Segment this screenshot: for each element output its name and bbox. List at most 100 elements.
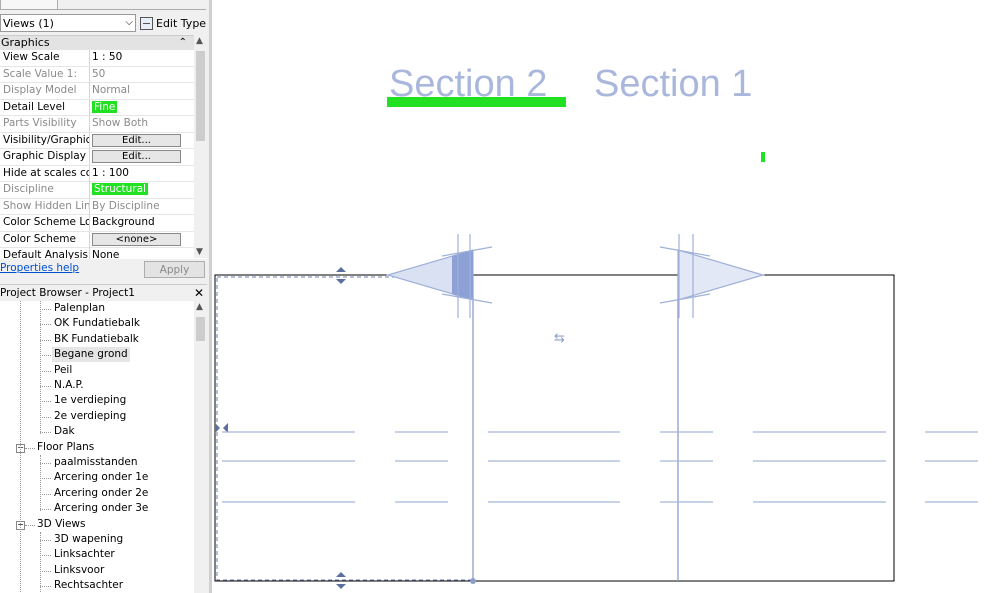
- property-row[interactable]: View Scale 1 : 50: [0, 50, 207, 67]
- tree-item[interactable]: Dak: [54, 424, 75, 439]
- property-name: Visibility/Graphic...: [3, 133, 89, 146]
- tree-connector: [40, 532, 41, 593]
- tree-item[interactable]: Arcering onder 3e: [54, 501, 148, 516]
- tree-item[interactable]: Peil: [54, 363, 72, 378]
- properties-help-link[interactable]: Properties help: [0, 262, 79, 274]
- property-row[interactable]: Hide at scales co...1 : 100: [0, 165, 207, 182]
- property-value[interactable]: Normal: [92, 83, 188, 98]
- property-row[interactable]: Parts Visibility Show Both: [0, 116, 207, 133]
- property-value[interactable]: 50: [92, 67, 188, 82]
- property-value-highlight: Fine: [92, 100, 118, 113]
- property-row[interactable]: Graphic Display ...Edit...: [0, 149, 207, 166]
- property-row[interactable]: Detail Level Fine: [0, 99, 207, 116]
- tree-connector: [40, 339, 51, 341]
- scroll-up-icon[interactable]: ▲: [196, 36, 203, 46]
- tree-item[interactable]: OK Fundatiebalk: [54, 316, 140, 331]
- tree-connector: [25, 447, 35, 449]
- edit-type-icon: [140, 16, 153, 30]
- edit-type-button[interactable]: Edit Type: [140, 14, 206, 32]
- apply-button[interactable]: Apply: [144, 261, 205, 278]
- project-browser-scrollbar[interactable]: ▲: [194, 301, 207, 593]
- flip-arrows-icon[interactable]: ⇆: [554, 331, 565, 346]
- property-row[interactable]: Show Hidden Lin...By Discipline: [0, 198, 207, 215]
- property-value[interactable]: None: [92, 248, 188, 259]
- tree-item[interactable]: Arcering onder 2e: [54, 486, 148, 501]
- property-edit-button[interactable]: Edit...: [92, 133, 181, 147]
- property-value[interactable]: Fine: [92, 100, 188, 115]
- building-outline[interactable]: [214, 274, 895, 582]
- tree-connector: [40, 478, 51, 480]
- panel-tab-strip: [56, 0, 206, 10]
- scrollbar-thumb[interactable]: [196, 51, 205, 141]
- tree-item[interactable]: Palenplan: [54, 301, 105, 316]
- property-edit-button[interactable]: <none>: [92, 232, 181, 246]
- group-header-label: Graphics: [1, 36, 50, 49]
- property-edit-button[interactable]: Edit...: [92, 150, 181, 163]
- tree-item[interactable]: BK Fundatiebalk: [54, 332, 139, 347]
- properties-panel: Views (1) ⌵ Edit Type Graphics ⌃ View Sc…: [0, 0, 211, 593]
- scroll-up-icon[interactable]: ▲: [196, 302, 203, 312]
- drawing-canvas[interactable]: Section 2 Section 1 ⇆: [212, 0, 999, 593]
- tree-item[interactable]: N.A.P.: [54, 378, 84, 393]
- property-row[interactable]: Color Scheme Lo...Background: [0, 215, 207, 232]
- property-name: Scale Value 1:: [3, 67, 77, 80]
- tree-connector: [40, 463, 51, 464]
- tree-group[interactable]: Floor Plans: [37, 440, 94, 455]
- property-row[interactable]: Scale Value 1: 50: [0, 66, 207, 83]
- type-selector-dropdown[interactable]: Views (1) ⌵: [0, 14, 136, 32]
- property-name: Show Hidden Lin...: [3, 199, 89, 212]
- scrollbar-thumb[interactable]: [196, 317, 205, 341]
- tree-connector: [40, 370, 51, 372]
- panel-tab[interactable]: [0, 0, 58, 10]
- project-browser-header: Project Browser - Project1 ✕: [0, 284, 207, 301]
- section-end-grip[interactable]: [470, 578, 476, 584]
- tree-item[interactable]: 3D wapening: [54, 532, 123, 547]
- green-marker: [761, 152, 765, 162]
- tree-item[interactable]: Linksvoor: [54, 563, 104, 578]
- property-row[interactable]: Discipline Structural: [0, 182, 207, 199]
- section-2-head[interactable]: [385, 234, 493, 318]
- crop-resize-grips[interactable]: [215, 267, 346, 589]
- properties-scrollbar[interactable]: ▲ ▼: [194, 35, 207, 258]
- property-name: Hide at scales co...: [3, 166, 89, 179]
- tree-connector: [20, 301, 21, 593]
- scroll-down-icon[interactable]: ▼: [196, 247, 203, 257]
- tree-connector: [40, 509, 51, 511]
- group-header-graphics[interactable]: Graphics ⌃: [0, 36, 207, 50]
- property-row[interactable]: Display Model Normal: [0, 83, 207, 100]
- property-value[interactable]: Background: [92, 215, 188, 230]
- edit-type-label: Edit Type: [156, 16, 207, 30]
- tree-connector: [40, 570, 51, 572]
- property-name: View Scale: [3, 51, 60, 63]
- property-name: Graphic Display ...: [3, 150, 89, 162]
- property-name: Discipline: [3, 183, 54, 195]
- tree-connector: [40, 401, 51, 403]
- property-value[interactable]: 1 : 50: [92, 50, 188, 65]
- tree-item[interactable]: paalmisstanden: [54, 455, 138, 470]
- tree-item[interactable]: 1e verdieping: [54, 393, 126, 408]
- close-icon[interactable]: ✕: [194, 285, 204, 301]
- property-row[interactable]: Default Analysis ...None: [0, 248, 207, 259]
- crop-region[interactable]: [216, 276, 474, 581]
- tree-item[interactable]: Rechtsachter: [54, 578, 123, 593]
- property-row[interactable]: Visibility/Graphic...Edit...: [0, 132, 207, 149]
- tree-connector: [40, 386, 51, 387]
- tree-item[interactable]: Linksachter: [54, 547, 115, 562]
- property-value-highlight: Structural: [92, 183, 148, 195]
- project-browser-tree: Palenplan OK Fundatiebalk BK Fundatiebalk B…: [0, 301, 194, 593]
- collapse-icon[interactable]: ⌃: [179, 36, 187, 50]
- tree-connector: [40, 555, 51, 557]
- property-row[interactable]: Color Scheme <none>: [0, 231, 207, 248]
- property-value[interactable]: By Discipline: [92, 199, 188, 214]
- tree-item[interactable]: 2e verdieping: [54, 409, 126, 424]
- section-2-highlight: [387, 97, 566, 107]
- tree-item[interactable]: Begane grond: [52, 347, 130, 363]
- property-value[interactable]: Structural: [92, 182, 188, 197]
- type-selector-value: Views (1): [3, 17, 54, 30]
- property-value[interactable]: 1 : 100: [92, 166, 188, 181]
- tree-connector: [40, 301, 41, 434]
- section-1-head[interactable]: [659, 234, 766, 318]
- tree-item[interactable]: Arcering onder 1e: [54, 470, 148, 485]
- tree-group[interactable]: 3D Views: [37, 517, 86, 532]
- property-value[interactable]: Show Both: [92, 116, 188, 131]
